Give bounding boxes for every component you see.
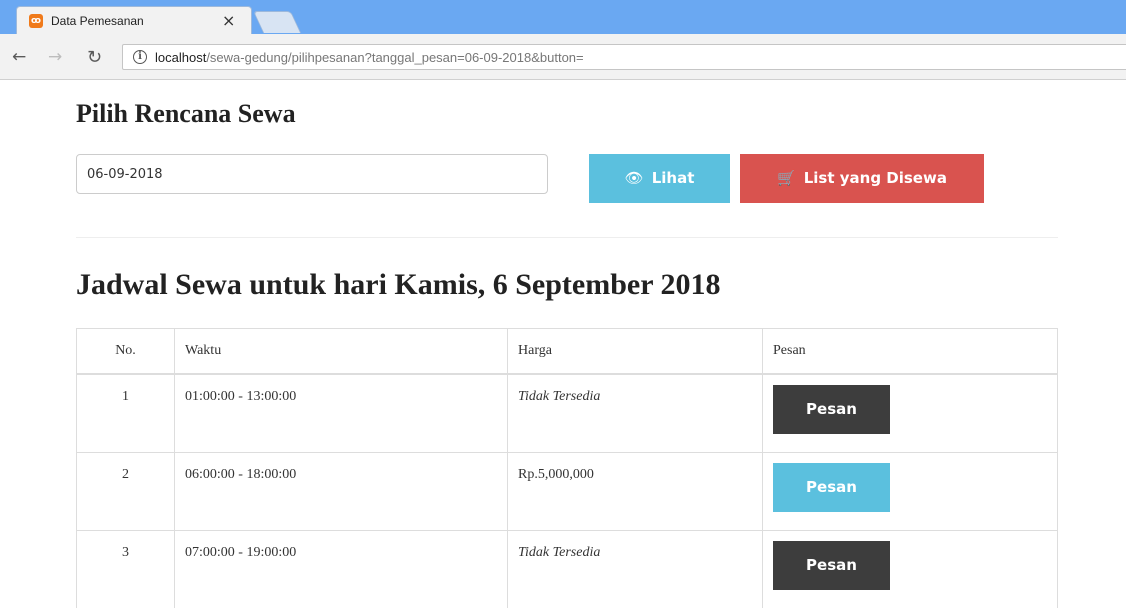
xampp-favicon-icon: ꝏ [29, 14, 43, 28]
eye-icon: 👁 [624, 169, 644, 187]
header-no: No. [76, 328, 175, 375]
header-pesan: Pesan [762, 328, 1058, 375]
browser-toolbar: ← → ↻ i localhost/sewa-gedung/pilihpesan… [0, 34, 1126, 80]
new-tab-button[interactable] [252, 11, 302, 33]
pesan-button[interactable]: Pesan [773, 462, 890, 512]
section-title: Jadwal Sewa untuk hari Kamis, 6 Septembe… [76, 268, 721, 301]
page-title: Pilih Rencana Sewa [76, 99, 296, 128]
row-pesan-cell: Pesan [762, 529, 1058, 608]
address-bar[interactable]: i localhost/sewa-gedung/pilihpesanan?tan… [122, 44, 1126, 70]
forward-arrow-icon[interactable]: → [48, 49, 62, 66]
list-disewa-label: List yang Disewa [803, 169, 947, 187]
table-header-row: No. Waktu Harga Pesan [76, 328, 1058, 375]
row-no: 3 [76, 529, 175, 608]
date-input[interactable] [76, 154, 548, 194]
row-harga: Tidak Tersedia [507, 529, 763, 608]
table-row: 1 01:00:00 - 13:00:00 Tidak Tersedia Pes… [76, 373, 1058, 453]
lihat-label: Lihat [651, 169, 695, 187]
pesan-button[interactable]: Pesan [773, 385, 890, 434]
pesan-button[interactable]: Pesan [773, 540, 890, 590]
header-harga: Harga [507, 328, 763, 375]
table-row: 2 06:00:00 - 18:00:00 Rp.5,000,000 Pesan [76, 451, 1058, 531]
tab-title: Data Pemesanan [51, 14, 144, 28]
browser-tab[interactable]: ꝏ Data Pemesanan × [16, 6, 252, 34]
row-harga: Rp.5,000,000 [507, 451, 763, 531]
browser-tabstrip: ꝏ Data Pemesanan × [0, 0, 1126, 34]
url-host: localhost [155, 50, 207, 65]
header-waktu: Waktu [174, 328, 508, 375]
row-pesan-cell: Pesan [762, 373, 1058, 453]
info-icon[interactable]: i [133, 50, 147, 64]
reload-icon[interactable]: ↻ [87, 49, 102, 67]
url-text[interactable]: localhost/sewa-gedung/pilihpesanan?tangg… [155, 50, 584, 65]
row-no: 2 [76, 451, 175, 531]
row-no: 1 [76, 373, 175, 453]
close-tab-icon[interactable]: × [222, 11, 235, 30]
row-pesan-cell: Pesan [762, 451, 1058, 531]
row-waktu: 07:00:00 - 19:00:00 [174, 529, 508, 608]
schedule-table: No. Waktu Harga Pesan 1 01:00:00 - 13:00… [76, 328, 1058, 608]
divider [76, 237, 1058, 238]
cart-icon: 🛒 [777, 169, 796, 187]
list-disewa-button[interactable]: 🛒 List yang Disewa [740, 154, 984, 203]
table-row: 3 07:00:00 - 19:00:00 Tidak Tersedia Pes… [76, 529, 1058, 608]
row-harga: Tidak Tersedia [507, 373, 763, 453]
back-arrow-icon[interactable]: ← [12, 49, 26, 66]
row-waktu: 01:00:00 - 13:00:00 [174, 373, 508, 453]
row-waktu: 06:00:00 - 18:00:00 [174, 451, 508, 531]
url-path: /sewa-gedung/pilihpesanan?tanggal_pesan=… [206, 50, 584, 65]
lihat-button[interactable]: 👁 Lihat [589, 154, 730, 203]
